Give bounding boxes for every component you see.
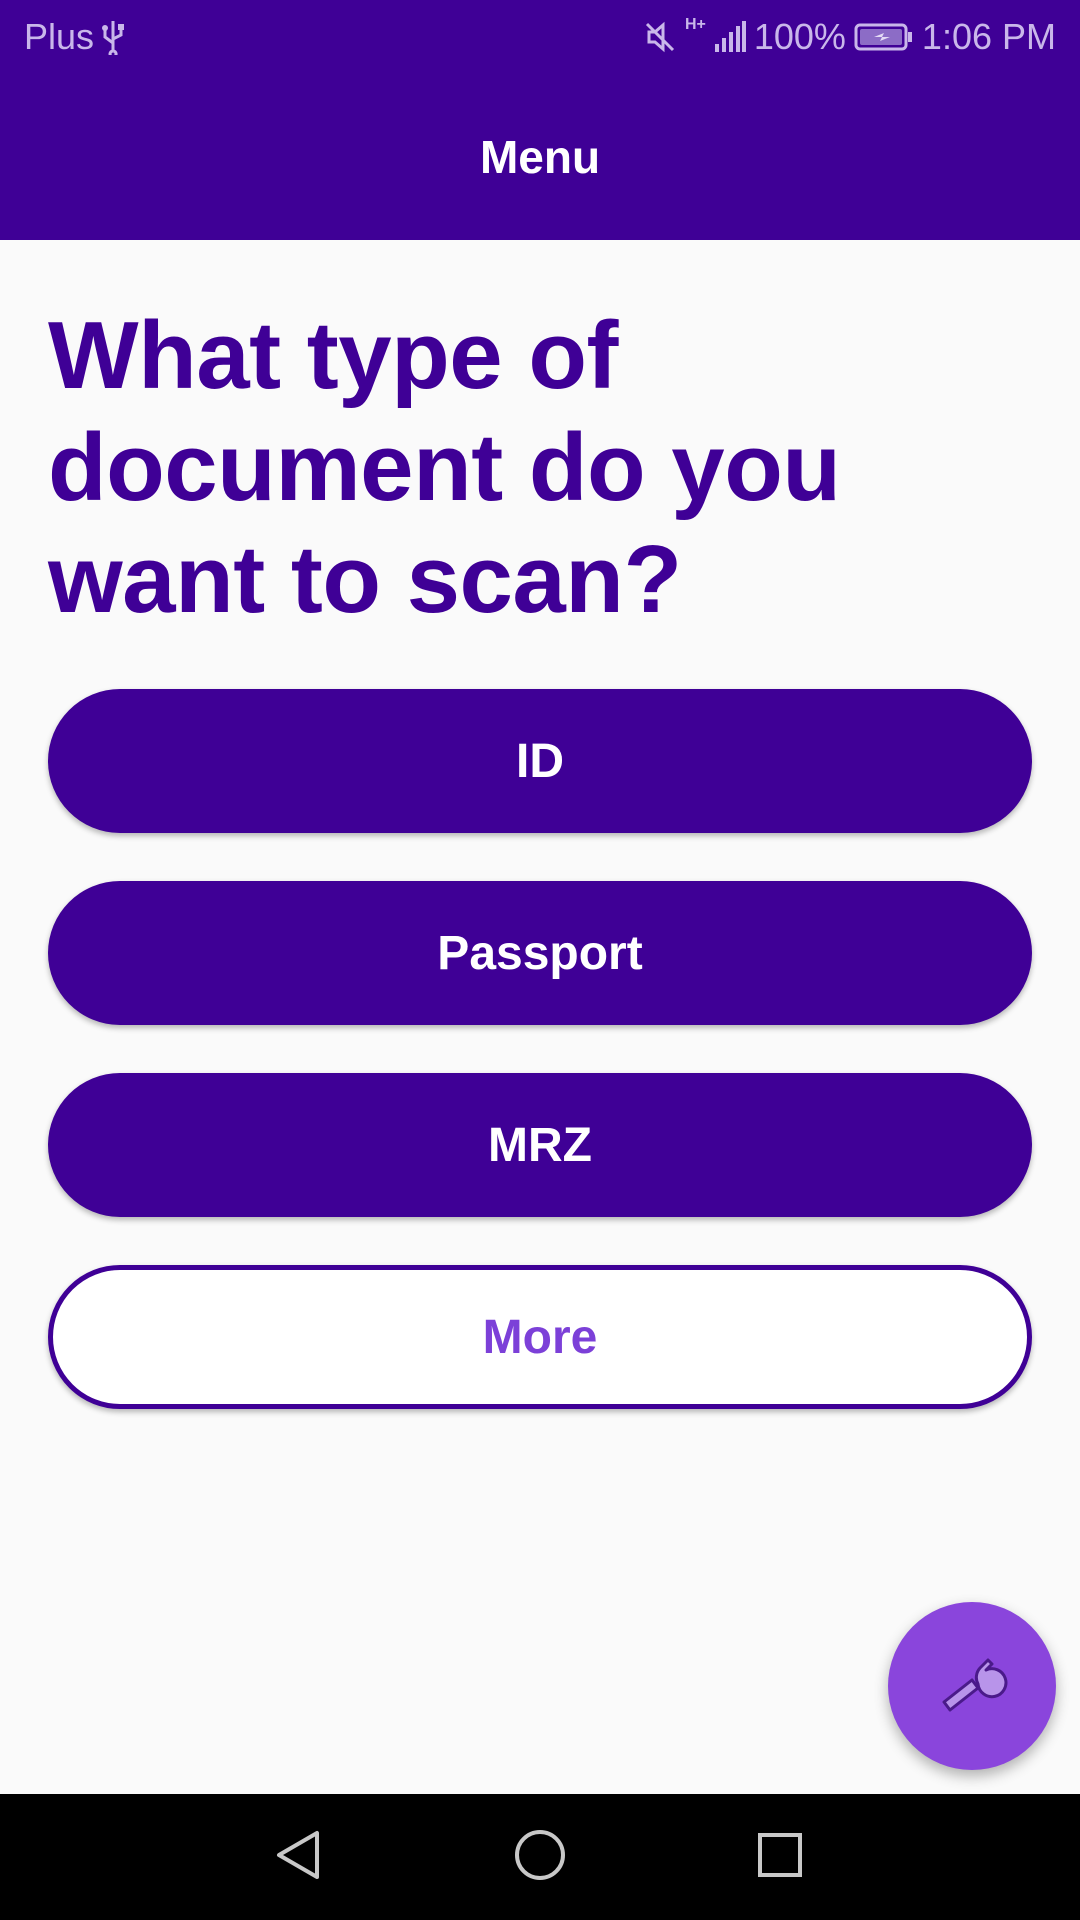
settings-fab[interactable] [888, 1602, 1056, 1770]
battery-charging-icon [854, 22, 914, 52]
status-right: H+ 100% 1:06 PM [643, 0, 1056, 73]
clock: 1:06 PM [921, 15, 1056, 57]
mute-icon [643, 20, 677, 54]
carrier-label: Plus [24, 15, 95, 57]
app-bar: Menu [0, 73, 1080, 240]
recents-button[interactable] [747, 1824, 813, 1890]
home-icon [512, 1827, 568, 1888]
page-title: Menu [479, 130, 601, 183]
usb-icon [100, 19, 126, 55]
back-icon [271, 1827, 327, 1888]
back-button[interactable] [266, 1824, 332, 1890]
mrz-button[interactable]: MRZ [48, 1073, 1032, 1217]
more-button[interactable]: More [48, 1265, 1032, 1409]
wrench-icon [936, 1648, 1008, 1725]
navigation-bar [0, 1794, 1080, 1920]
signal-icon [714, 20, 746, 54]
status-left: Plus [24, 0, 126, 73]
home-button[interactable] [507, 1824, 573, 1890]
network-type: H+ [684, 16, 706, 33]
recents-icon [752, 1827, 808, 1888]
id-button[interactable]: ID [48, 689, 1032, 833]
scan-question-heading: What type of document do you want to sca… [48, 302, 841, 633]
battery-percent: 100% [753, 15, 846, 57]
passport-button[interactable]: Passport [48, 881, 1032, 1025]
status-bar: Plus H+ 100% 1:06 PM [0, 0, 1080, 73]
